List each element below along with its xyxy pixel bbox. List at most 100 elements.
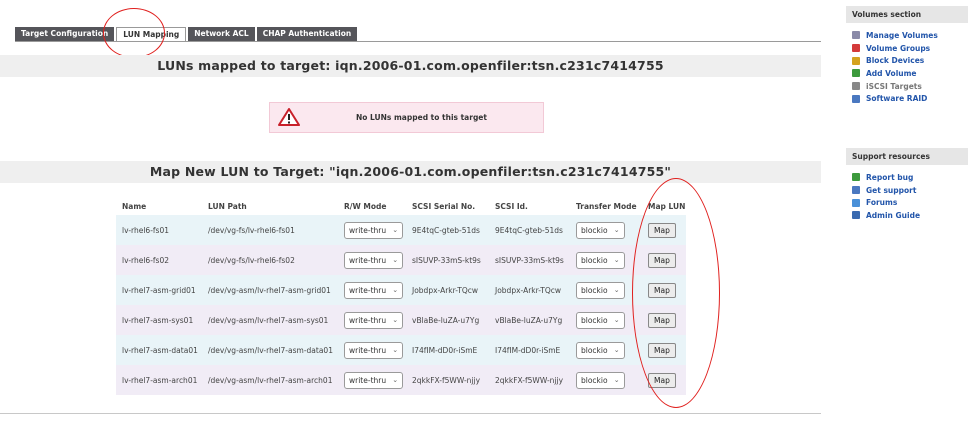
forums-icon xyxy=(852,198,860,207)
link-label: Volume Groups xyxy=(866,43,931,53)
link-label: Block Devices xyxy=(866,56,925,66)
rw-mode-select[interactable]: write-thru ⌄ xyxy=(344,371,404,389)
warning-icon xyxy=(278,108,300,126)
scsi-id: Jobdpx-Arkr-TQcw xyxy=(489,275,570,305)
link-get-support[interactable]: Get support xyxy=(852,184,968,197)
tab-lun-mapping[interactable]: LUN Mapping xyxy=(116,27,187,41)
rw-mode-value: write-thru xyxy=(349,225,387,235)
scsi-id: sISUVP-33mS-kt9s xyxy=(489,245,570,275)
transfer-mode-value: blockio xyxy=(581,315,608,325)
tab-network-acl[interactable]: Network ACL xyxy=(188,27,255,41)
chevron-down-icon: ⌄ xyxy=(392,225,399,234)
lun-name: lv-rhel6-fs01 xyxy=(116,215,202,245)
link-add-volume[interactable]: Add Volume xyxy=(852,67,968,80)
link-label: Admin Guide xyxy=(866,210,921,220)
scsi-serial: 9E4tqC-gteb-51ds xyxy=(406,215,489,245)
map-button[interactable]: Map xyxy=(648,372,676,388)
admin-guide-icon xyxy=(852,211,860,220)
lun-path: /dev/vg-fs/lv-rhel6-fs02 xyxy=(202,245,338,275)
no-luns-warning: No LUNs mapped to this target xyxy=(269,102,544,133)
rw-mode-cell: write-thru ⌄ xyxy=(338,275,406,305)
block-devices-icon xyxy=(852,56,860,65)
lun-path: /dev/vg-asm/lv-rhel7-asm-sys01 xyxy=(202,305,338,335)
link-admin-guide[interactable]: Admin Guide xyxy=(852,209,968,222)
scsi-id: I74fIM-dD0r-iSmE xyxy=(489,335,570,365)
link-forums[interactable]: Forums xyxy=(852,196,968,209)
transfer-mode-value: blockio xyxy=(581,225,608,235)
transfer-mode-value: blockio xyxy=(581,345,608,355)
map-cell: Map xyxy=(642,335,686,365)
map-cell: Map xyxy=(642,305,686,335)
map-cell: Map xyxy=(642,365,686,395)
map-cell: Map xyxy=(642,245,686,275)
map-button[interactable]: Map xyxy=(648,252,676,268)
link-manage-volumes[interactable]: Manage Volumes xyxy=(852,29,968,42)
table-header-row: Name LUN Path R/W Mode SCSI Serial No. S… xyxy=(116,197,686,215)
scsi-serial: vBlaBe-luZA-u7Yg xyxy=(406,305,489,335)
volumes-section-links: Manage Volumes Volume Groups Block Devic… xyxy=(846,23,968,109)
volume-groups-icon xyxy=(852,44,860,53)
map-button[interactable]: Map xyxy=(648,282,676,298)
transfer-mode-select[interactable]: blockio ⌄ xyxy=(576,221,625,239)
link-volume-groups[interactable]: Volume Groups xyxy=(852,42,968,55)
rw-mode-value: write-thru xyxy=(349,375,387,385)
transfer-mode-value: blockio xyxy=(581,255,608,265)
table-row: lv-rhel7-asm-sys01 /dev/vg-asm/lv-rhel7-… xyxy=(116,305,686,335)
chevron-down-icon: ⌄ xyxy=(613,375,620,384)
rw-mode-select[interactable]: write-thru ⌄ xyxy=(344,281,404,299)
link-label: Software RAID xyxy=(866,94,928,104)
transfer-mode-cell: blockio ⌄ xyxy=(570,275,642,305)
tab-target-configuration[interactable]: Target Configuration xyxy=(15,27,115,41)
link-label: Report bug xyxy=(866,172,914,182)
scsi-id: 9E4tqC-gteb-51ds xyxy=(489,215,570,245)
volumes-section-panel: Volumes section Manage Volumes Volume Gr… xyxy=(846,6,968,110)
chevron-down-icon: ⌄ xyxy=(392,285,399,294)
lun-name: lv-rhel6-fs02 xyxy=(116,245,202,275)
lun-path: /dev/vg-asm/lv-rhel7-asm-data01 xyxy=(202,335,338,365)
transfer-mode-select[interactable]: blockio ⌄ xyxy=(576,251,625,269)
content-bottom-divider xyxy=(0,413,821,414)
transfer-mode-select[interactable]: blockio ⌄ xyxy=(576,311,625,329)
transfer-mode-value: blockio xyxy=(581,285,608,295)
map-button[interactable]: Map xyxy=(648,222,676,238)
transfer-mode-cell: blockio ⌄ xyxy=(570,335,642,365)
rw-mode-select[interactable]: write-thru ⌄ xyxy=(344,221,404,239)
header-map-lun: Map LUN xyxy=(642,197,686,215)
transfer-mode-cell: blockio ⌄ xyxy=(570,245,642,275)
report-bug-icon xyxy=(852,173,860,182)
header-scsi-id: SCSI Id. xyxy=(489,197,570,215)
transfer-mode-select[interactable]: blockio ⌄ xyxy=(576,341,625,359)
table-row: lv-rhel7-asm-grid01 /dev/vg-asm/lv-rhel7… xyxy=(116,275,686,305)
header-lun-path: LUN Path xyxy=(202,197,338,215)
table-row: lv-rhel6-fs01 /dev/vg-fs/lv-rhel6-fs01 w… xyxy=(116,215,686,245)
map-button[interactable]: Map xyxy=(648,312,676,328)
table-row: lv-rhel6-fs02 /dev/vg-fs/lv-rhel6-fs02 w… xyxy=(116,245,686,275)
lun-name: lv-rhel7-asm-grid01 xyxy=(116,275,202,305)
transfer-mode-value: blockio xyxy=(581,375,608,385)
software-raid-icon xyxy=(852,94,860,103)
scsi-serial: Jobdpx-Arkr-TQcw xyxy=(406,275,489,305)
map-new-lun-title: Map New LUN to Target: "iqn.2006-01.com.… xyxy=(0,161,821,183)
scsi-serial: 2qkkFX-f5WW-njjy xyxy=(406,365,489,395)
map-button[interactable]: Map xyxy=(648,342,676,358)
transfer-mode-select[interactable]: blockio ⌄ xyxy=(576,281,625,299)
rw-mode-select[interactable]: write-thru ⌄ xyxy=(344,251,404,269)
chevron-down-icon: ⌄ xyxy=(613,225,620,234)
link-report-bug[interactable]: Report bug xyxy=(852,171,968,184)
link-block-devices[interactable]: Block Devices xyxy=(852,54,968,67)
lun-path: /dev/vg-asm/lv-rhel7-asm-grid01 xyxy=(202,275,338,305)
rw-mode-select[interactable]: write-thru ⌄ xyxy=(344,341,404,359)
manage-volumes-icon xyxy=(852,31,860,40)
rw-mode-select[interactable]: write-thru ⌄ xyxy=(344,311,404,329)
lun-path: /dev/vg-fs/lv-rhel6-fs01 xyxy=(202,215,338,245)
chevron-down-icon: ⌄ xyxy=(392,345,399,354)
header-rw-mode: R/W Mode xyxy=(338,197,406,215)
chevron-down-icon: ⌄ xyxy=(613,315,620,324)
transfer-mode-select[interactable]: blockio ⌄ xyxy=(576,371,625,389)
get-support-icon xyxy=(852,186,860,195)
link-software-raid[interactable]: Software RAID xyxy=(852,92,968,105)
link-iscsi-targets[interactable]: iSCSI Targets xyxy=(852,80,968,93)
tab-chap-authentication[interactable]: CHAP Authentication xyxy=(256,27,358,41)
chevron-down-icon: ⌄ xyxy=(392,255,399,264)
rw-mode-value: write-thru xyxy=(349,315,387,325)
